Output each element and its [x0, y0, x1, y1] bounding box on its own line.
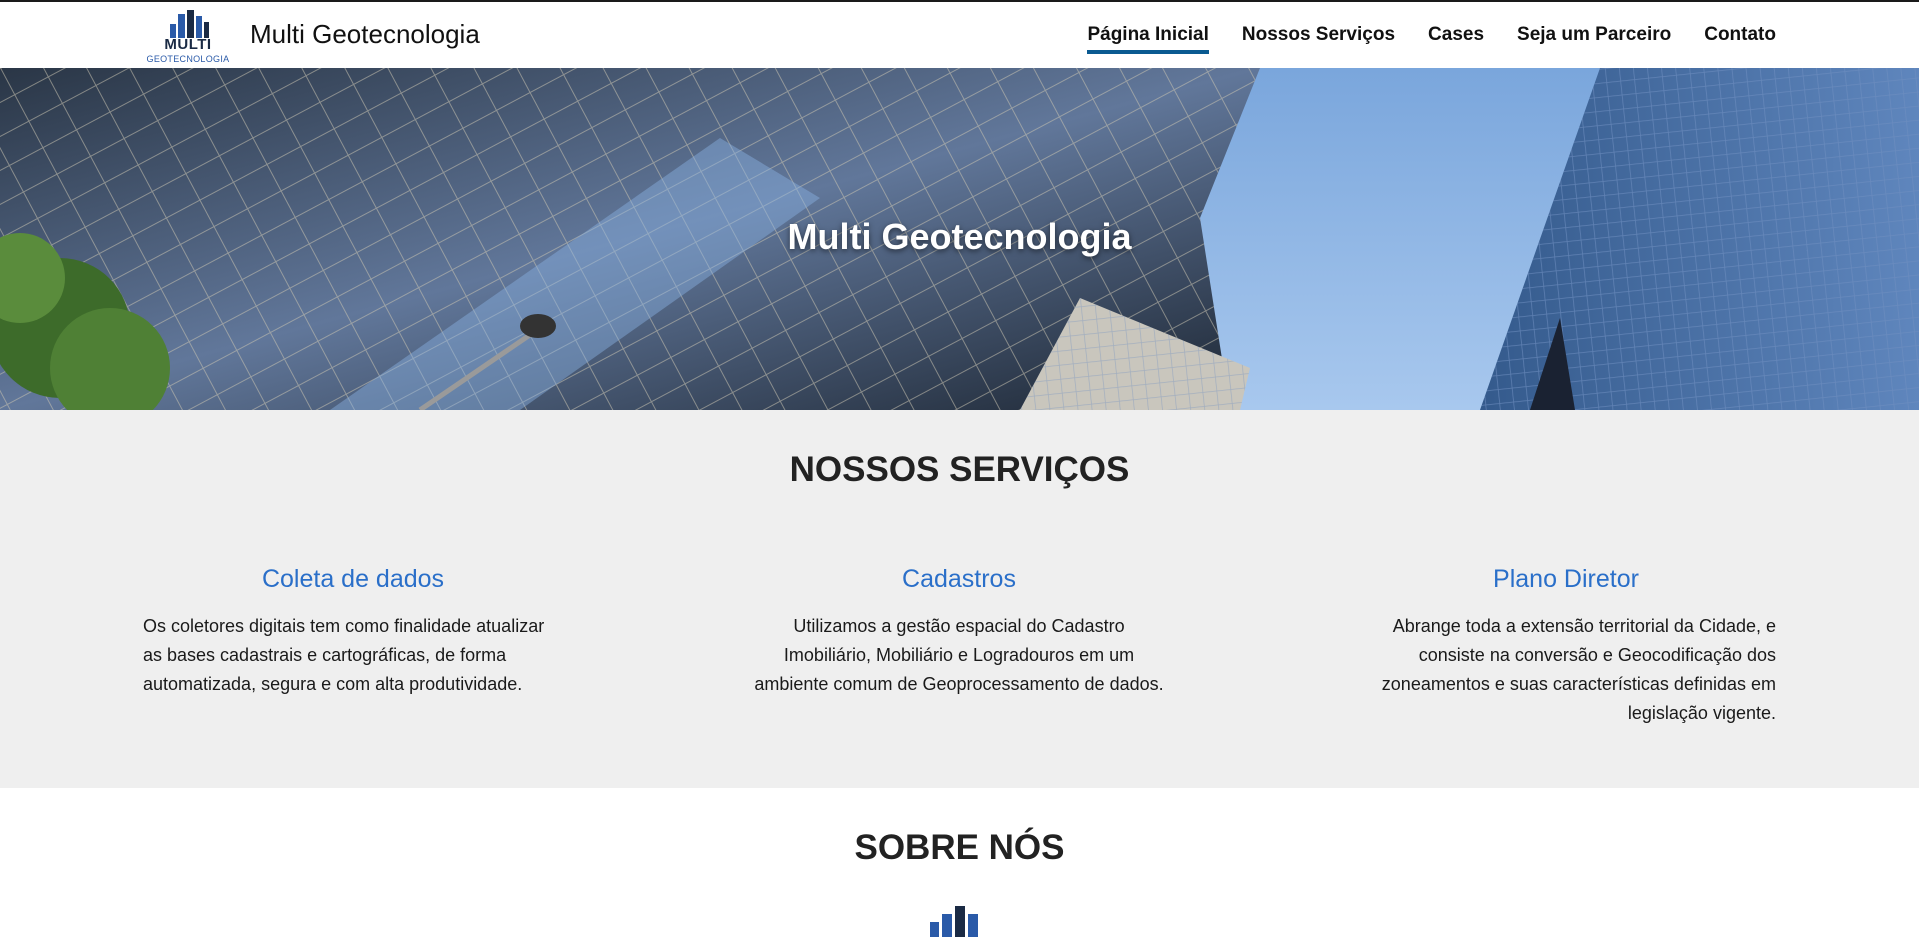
service-title: Cadastros	[902, 565, 1016, 593]
site-header: MULTI GEOTECNOLOGIA Multi Geotecnologia …	[0, 2, 1919, 68]
hero-title: Multi Geotecnologia	[787, 216, 1132, 257]
service-description: Abrange toda a extensão territorial da C…	[1381, 616, 1776, 723]
nav-item-cases[interactable]: Cases	[1428, 16, 1484, 54]
service-description: Os coletores digitais tem como finalidad…	[143, 616, 545, 694]
main-nav: Página Inicial Nossos Serviços Cases Sej…	[1087, 2, 1776, 68]
building-bars-icon	[170, 10, 209, 38]
service-title: Coleta de dados	[261, 565, 445, 593]
nav-item-seja-um-parceiro[interactable]: Seja um Parceiro	[1517, 16, 1671, 54]
services-title: NOSSOS SERVIÇOS	[789, 450, 1130, 489]
building-bars-icon	[930, 906, 978, 937]
service-card-coleta: Coleta de dados Os coletores digitais te…	[143, 565, 563, 699]
service-card-cadastros: Cadastros Utilizamos a gestão espacial d…	[749, 565, 1169, 699]
logo-subtitle: GEOTECNOLOGIA	[146, 54, 230, 64]
about-section: SOBRE NÓS	[0, 788, 1919, 937]
site-logo[interactable]: MULTI GEOTECNOLOGIA	[143, 6, 233, 68]
brand-name[interactable]: Multi Geotecnologia	[250, 19, 480, 50]
nav-item-nossos-servicos[interactable]: Nossos Serviços	[1242, 16, 1395, 54]
services-section: NOSSOS SERVIÇOS Coleta de dados Os colet…	[0, 410, 1919, 788]
about-title: SOBRE NÓS	[854, 828, 1065, 867]
nav-item-pagina-inicial[interactable]: Página Inicial	[1087, 16, 1210, 54]
service-title: Plano Diretor	[1493, 565, 1639, 593]
logo-word: MULTI	[164, 36, 212, 53]
service-card-plano-diretor: Plano Diretor Abrange toda a extensão te…	[1356, 565, 1776, 728]
service-description: Utilizamos a gestão espacial do Cadastro…	[754, 616, 1164, 694]
nav-item-contato[interactable]: Contato	[1704, 16, 1776, 54]
hero-banner: Multi Geotecnologia	[0, 68, 1919, 410]
